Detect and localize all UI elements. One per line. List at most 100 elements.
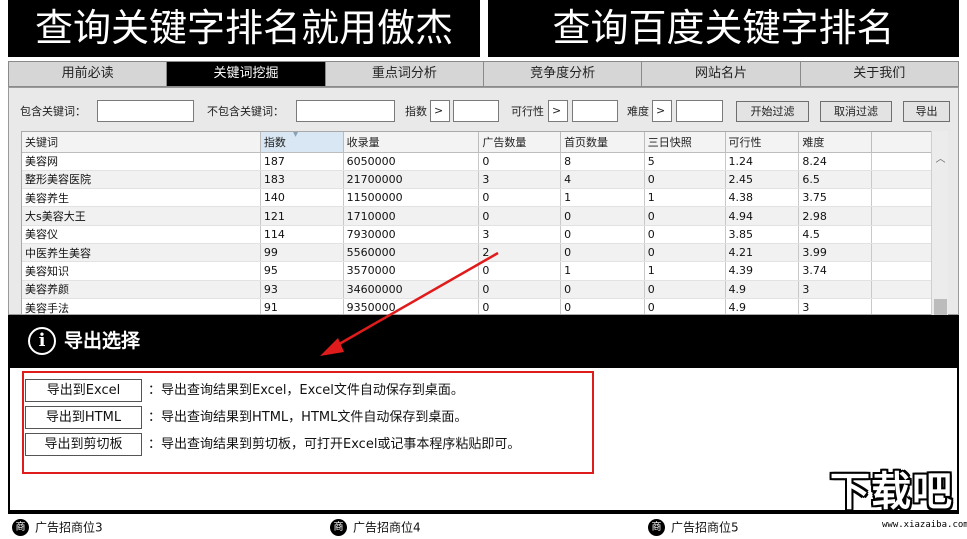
cell: 6050000 [343, 152, 480, 171]
index-operator-select[interactable]: > [430, 100, 450, 122]
table-row[interactable]: 中医养生美容 99 5560000 2 0 0 4.21 3.99 [22, 243, 942, 263]
ad-slot-5[interactable]: 商广告招商位5 [648, 518, 739, 536]
table-row[interactable]: 美容养颜 93 34600000 0 0 0 4.9 3 [22, 280, 942, 299]
cell: 0 [560, 225, 645, 244]
cell: 0 [644, 243, 726, 263]
cell: 187 [260, 152, 344, 171]
table-header-row: 关键词 ▼ 指数 收录量 广告数量 首页数量 三日快照 可行性 难度 [22, 132, 942, 153]
cell: 3 [798, 298, 873, 314]
col-header-difficulty[interactable]: 难度 [798, 132, 873, 153]
tab-usage-notes[interactable]: 用前必读 [9, 62, 168, 86]
table-row[interactable]: 美容养生 140 11500000 0 1 1 4.38 3.75 [22, 188, 942, 208]
info-icon: i [28, 327, 56, 355]
cell: 4.21 [725, 243, 800, 263]
cell: 0 [478, 261, 562, 281]
cell: 0 [478, 188, 562, 208]
cell: 95 [260, 261, 344, 281]
cell: 3.85 [725, 225, 800, 244]
tab-about-us[interactable]: 关于我们 [800, 62, 958, 86]
cell: 11500000 [343, 188, 480, 208]
cell: 114 [260, 225, 344, 244]
export-button[interactable]: 导出 [903, 101, 950, 122]
table-row[interactable]: 整形美容医院 183 21700000 3 4 0 2.45 6.5 [22, 170, 942, 190]
cell: 4.39 [725, 261, 800, 281]
cell: 9350000 [343, 298, 480, 314]
cell: 0 [644, 206, 726, 226]
ad-slot-label: 广告招商位5 [671, 520, 739, 535]
cell: 8.24 [798, 152, 873, 171]
cell: 21700000 [343, 170, 480, 190]
export-clipboard-button[interactable]: 导出到剪切板 [25, 433, 142, 456]
cell: 1 [644, 188, 726, 208]
watermark-logo-text: 下载吧 [830, 469, 953, 515]
start-filter-button[interactable]: 开始过滤 [736, 101, 809, 122]
table-row[interactable]: 大s美容大王 121 1710000 0 0 0 4.94 2.98 [22, 206, 942, 226]
feasibility-operator-select[interactable]: > [548, 100, 568, 122]
tab-competition-analysis[interactable]: 竞争度分析 [483, 62, 643, 86]
difficulty-operator-select[interactable]: > [652, 100, 672, 122]
dialog-title: 导出选择 [64, 330, 141, 352]
col-header-feasibility[interactable]: 可行性 [725, 132, 800, 153]
cell: 美容养颜 [22, 280, 261, 299]
cell: 121 [260, 206, 344, 226]
difficulty-value-input[interactable] [676, 100, 723, 122]
cell: 3570000 [343, 261, 480, 281]
export-html-button[interactable]: 导出到HTML [25, 406, 142, 429]
table-row[interactable]: 美容知识 95 3570000 0 1 1 4.39 3.74 [22, 261, 942, 281]
col-header-keyword[interactable]: 关键词 [22, 132, 261, 153]
include-keyword-input[interactable] [97, 100, 194, 122]
cell: 0 [644, 225, 726, 244]
keyword-mining-panel: 包含关键词： 不包含关键词： 指数 > 可行性 > 难度 > 开始过滤 取消过滤… [8, 87, 959, 315]
ad-slot-3[interactable]: 商广告招商位3 [12, 518, 103, 536]
scroll-up-icon[interactable]: ︿ [932, 153, 949, 167]
banner-right[interactable]: 查询百度关键字排名 [488, 0, 959, 57]
cell: 美容手法 [22, 298, 261, 314]
cancel-filter-button[interactable]: 取消过滤 [820, 101, 892, 122]
shop-icon: 商 [330, 519, 347, 536]
export-excel-button[interactable]: 导出到Excel [25, 379, 142, 402]
exclude-keyword-label: 不包含关键词： [207, 105, 284, 118]
col-header-homepage-count[interactable]: 首页数量 [560, 132, 645, 153]
cell: 3 [478, 170, 562, 190]
banner-left[interactable]: 查询关键字排名就用傲杰 [8, 0, 480, 57]
ad-slot-4[interactable]: 商广告招商位4 [330, 518, 421, 536]
cell: 0 [644, 298, 726, 314]
tab-keyword-mining[interactable]: 关键词挖掘 [167, 62, 326, 86]
site-watermark-logo: 下载吧 www.xiazaiba.com [828, 466, 967, 536]
cell: 0 [478, 298, 562, 314]
table-row[interactable]: 美容网 187 6050000 0 8 5 1.24 8.24 [22, 152, 942, 171]
feasibility-label: 可行性 [511, 105, 544, 118]
shop-icon: 商 [648, 519, 665, 536]
cell: 美容仪 [22, 225, 261, 244]
feasibility-value-input[interactable] [572, 100, 618, 122]
exclude-keyword-input[interactable] [296, 100, 395, 122]
col-header-ad-count[interactable]: 广告数量 [478, 132, 562, 153]
table-row[interactable]: 美容手法 91 9350000 0 0 0 4.9 3 [22, 298, 942, 314]
cell: 99 [260, 243, 344, 263]
col-header-indexed-count[interactable]: 收录量 [343, 132, 480, 153]
cell: 6.5 [798, 170, 873, 190]
cell: 0 [478, 280, 562, 299]
cell: 美容养生 [22, 188, 261, 208]
table-vertical-scrollbar[interactable]: ︿ [931, 131, 948, 315]
col-header-three-day-snapshot[interactable]: 三日快照 [644, 132, 726, 153]
scrollbar-thumb[interactable] [934, 299, 947, 315]
table-row[interactable]: 美容仪 114 7930000 3 0 0 3.85 4.5 [22, 225, 942, 244]
tab-key-word-analysis[interactable]: 重点词分析 [325, 62, 484, 86]
cell: 1 [560, 188, 645, 208]
cell: 8 [560, 152, 645, 171]
highlight-box: 导出到Excel ：导出查询结果到Excel，Excel文件自动保存到桌面。 导… [22, 371, 594, 474]
cell: 5560000 [343, 243, 480, 263]
cell: 4.5 [798, 225, 873, 244]
ad-slot-label: 广告招商位3 [35, 520, 103, 535]
cell: 3 [478, 225, 562, 244]
cell: 91 [260, 298, 344, 314]
tab-site-card[interactable]: 网站名片 [642, 62, 801, 86]
cell: 中医养生美容 [22, 243, 261, 263]
cell: 2 [478, 243, 562, 263]
index-value-input[interactable] [453, 100, 499, 122]
include-keyword-label: 包含关键词： [20, 105, 86, 118]
cell: 0 [478, 152, 562, 171]
col-header-index[interactable]: ▼ 指数 [260, 132, 344, 153]
export-dialog-body: 导出到Excel ：导出查询结果到Excel，Excel文件自动保存到桌面。 导… [8, 368, 959, 514]
